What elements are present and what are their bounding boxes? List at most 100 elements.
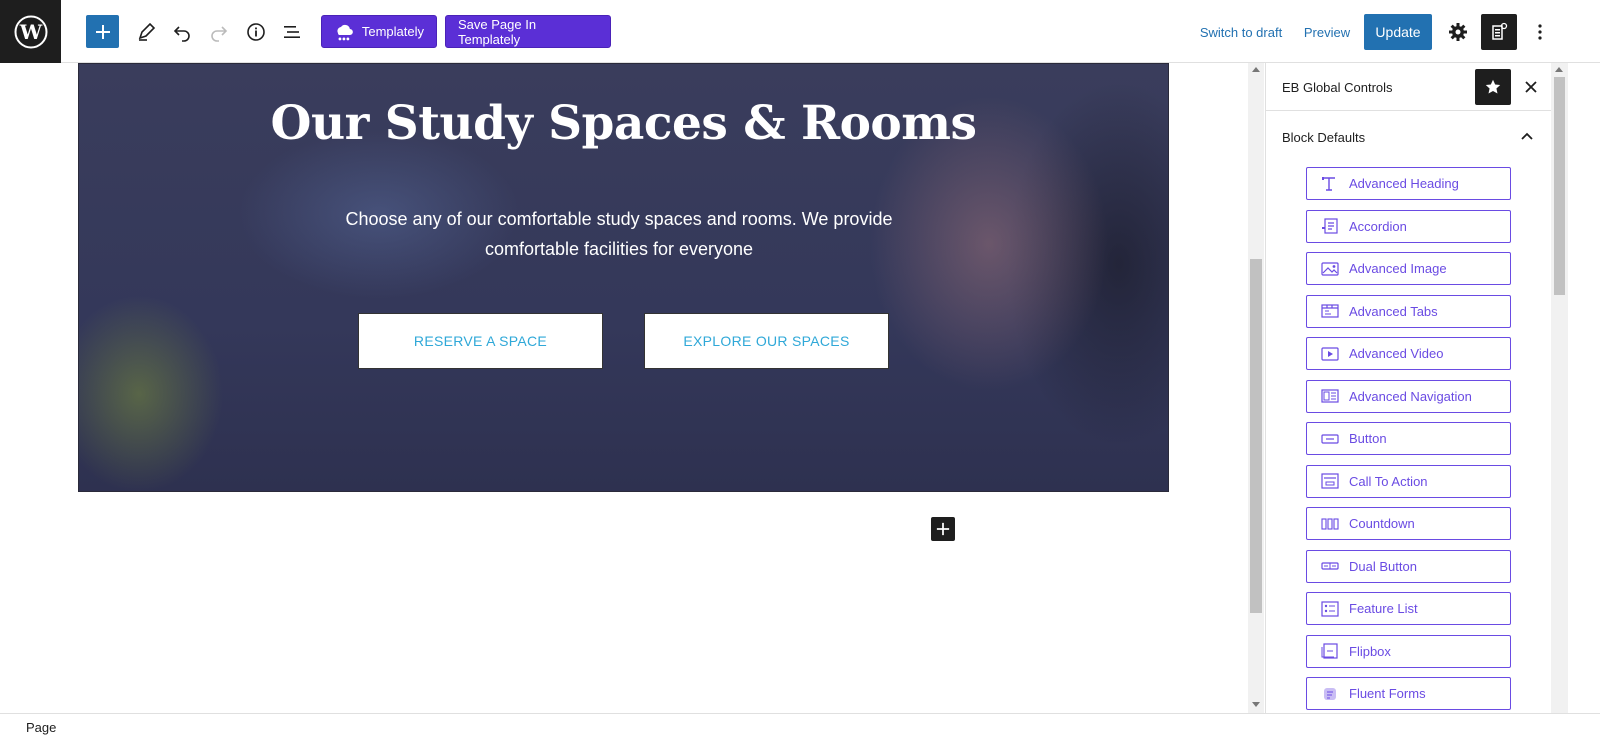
block-item-label: Flipbox [1349, 643, 1391, 659]
feature-list-block-icon [1320, 600, 1340, 617]
close-icon [1525, 81, 1537, 93]
redo-icon [211, 26, 228, 42]
list-view-button[interactable] [276, 16, 308, 48]
options-menu-button[interactable] [1524, 16, 1556, 48]
block-item-countdown[interactable]: Countdown [1306, 507, 1511, 540]
scroll-up-arrow[interactable] [1252, 67, 1260, 72]
save-in-templately-label: Save Page In Templately [458, 16, 537, 47]
pencil-icon [138, 22, 156, 41]
block-item-label: Dual Button [1349, 558, 1417, 574]
info-icon [247, 23, 265, 41]
tools-button[interactable] [130, 16, 162, 48]
close-sidebar-button[interactable] [1517, 73, 1545, 101]
image-block-icon [1320, 261, 1340, 277]
switch-to-draft-button[interactable]: Switch to draft [1196, 18, 1286, 46]
dual-button-block-icon [1320, 558, 1340, 574]
templately-button-label: Templately [361, 24, 424, 39]
block-item-advanced-navigation[interactable]: Advanced Navigation [1306, 379, 1511, 413]
switch-to-draft-label: Switch to draft [1199, 24, 1283, 40]
reserve-space-button[interactable]: RESERVE A SPACE [358, 313, 603, 369]
explore-spaces-button[interactable]: EXPLORE OUR SPACES [644, 313, 889, 369]
block-item-label: Button [1349, 431, 1387, 446]
editor-canvas[interactable]: Our Study Spaces & Rooms Choose any of o… [0, 63, 1248, 713]
editor-header: W Templately Save Page In Templately Swi… [0, 0, 1600, 63]
preview-label: Preview [1303, 24, 1351, 40]
wordpress-icon: W [14, 15, 47, 48]
list-view-icon [284, 26, 300, 38]
sidebar-scrollbar[interactable] [1551, 63, 1568, 713]
sidebar-header: EB Global Controls [1266, 63, 1551, 111]
preview-button[interactable]: Preview [1302, 18, 1352, 46]
block-defaults-panel-title[interactable]: Block Defaults [1282, 130, 1365, 145]
update-button[interactable]: Update [1364, 14, 1432, 50]
hero-subtitle[interactable]: Choose any of our comfortable study spac… [319, 204, 919, 264]
more-vertical-icon [1538, 24, 1542, 40]
block-item-label: Advanced Navigation [1349, 388, 1472, 404]
update-label: Update [1375, 24, 1421, 40]
pin-sidebar-button[interactable] [1475, 69, 1511, 105]
block-inserter-button[interactable] [86, 15, 119, 48]
block-item-label: Accordion [1349, 218, 1407, 234]
details-button[interactable] [240, 16, 272, 48]
settings-gear-icon [1449, 23, 1467, 41]
star-icon [1485, 79, 1501, 94]
chevron-up-icon [1521, 132, 1533, 140]
fluent-forms-block-icon [1320, 686, 1340, 702]
video-block-icon [1320, 346, 1340, 362]
sidebar-title: EB Global Controls [1282, 80, 1393, 95]
navigation-block-icon [1320, 388, 1340, 404]
block-defaults-toggle[interactable] [1515, 125, 1539, 149]
cta-block-icon [1320, 473, 1340, 489]
block-item-advanced-image[interactable]: Advanced Image [1306, 252, 1511, 285]
canvas-scrollbar-thumb[interactable] [1250, 259, 1262, 613]
block-item-label: Advanced Tabs [1349, 303, 1438, 319]
essential-blocks-button[interactable] [1481, 14, 1517, 50]
block-item-label: Advanced Image [1349, 261, 1447, 276]
essential-blocks-icon [1492, 22, 1508, 40]
block-defaults-list: Advanced Heading Accordion Advanced Imag… [1306, 167, 1511, 713]
flipbox-block-icon [1320, 643, 1340, 659]
scroll-down-arrow[interactable] [1252, 702, 1260, 707]
tabs-block-icon [1320, 303, 1340, 319]
block-item-feature-list[interactable]: Feature List [1306, 592, 1511, 625]
block-item-label: Countdown [1349, 516, 1415, 531]
undo-icon [173, 26, 190, 42]
block-item-label: Call To Action [1349, 473, 1428, 489]
block-item-advanced-heading[interactable]: Advanced Heading [1306, 167, 1511, 200]
block-item-flipbox[interactable]: Flipbox [1306, 634, 1511, 668]
canvas-scrollbar[interactable] [1248, 63, 1264, 713]
block-item-label: Feature List [1349, 601, 1418, 616]
block-item-label: Advanced Video [1349, 346, 1444, 361]
block-item-button[interactable]: Button [1306, 422, 1511, 455]
block-item-advanced-tabs[interactable]: Advanced Tabs [1306, 294, 1511, 328]
add-block-button[interactable] [931, 517, 955, 541]
plus-icon [936, 522, 950, 536]
breadcrumb[interactable]: Page [26, 720, 56, 735]
heading-block-icon [1320, 176, 1340, 192]
sidebar-scrollbar-thumb[interactable] [1554, 77, 1565, 295]
templately-button[interactable]: Templately [321, 15, 437, 48]
button-block-icon [1320, 431, 1340, 447]
hero-title[interactable]: Our Study Spaces & Rooms [79, 96, 1168, 151]
block-item-advanced-video[interactable]: Advanced Video [1306, 337, 1511, 370]
block-item-fluent-forms[interactable]: Fluent Forms [1306, 677, 1511, 710]
hero-section[interactable]: Our Study Spaces & Rooms Choose any of o… [78, 63, 1169, 492]
plus-icon [95, 24, 110, 39]
block-item-call-to-action[interactable]: Call To Action [1306, 464, 1511, 498]
save-in-templately-button[interactable]: Save Page In Templately [445, 15, 611, 48]
sidebar-scroll-up-arrow[interactable] [1555, 67, 1563, 72]
templately-icon [337, 24, 353, 40]
redo-button[interactable] [203, 16, 235, 48]
block-item-label: Advanced Heading [1349, 176, 1459, 191]
block-item-label: Fluent Forms [1349, 686, 1426, 701]
countdown-block-icon [1320, 516, 1340, 532]
wordpress-logo-button[interactable]: W [0, 0, 61, 63]
block-item-accordion[interactable]: Accordion [1306, 209, 1511, 243]
undo-button[interactable] [166, 16, 198, 48]
block-item-dual-button[interactable]: Dual Button [1306, 549, 1511, 583]
settings-button[interactable] [1442, 16, 1474, 48]
accordion-block-icon [1320, 218, 1340, 234]
editor-footer: Page [0, 713, 1600, 752]
svg-text:W: W [18, 20, 42, 44]
eb-global-controls-sidebar: EB Global Controls Block Defaults Advanc… [1265, 63, 1551, 713]
